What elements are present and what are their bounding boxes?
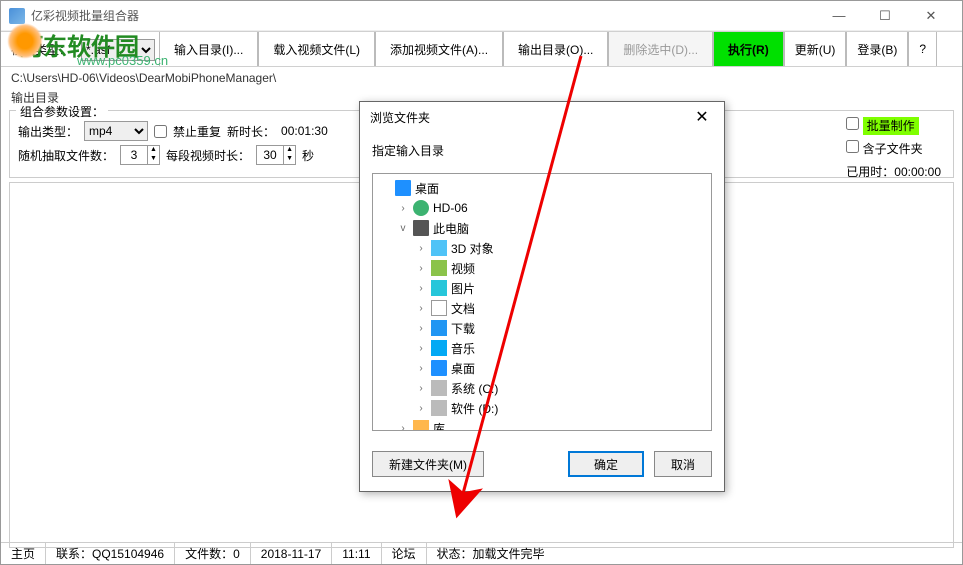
batch-make-label: 批量制作 bbox=[863, 117, 919, 135]
watermark-url: www.pc0359.cn bbox=[77, 53, 168, 68]
subfolders-checkbox[interactable] bbox=[846, 140, 859, 153]
status-time: 11:11 bbox=[332, 543, 381, 564]
seconds-label: 秒 bbox=[302, 147, 314, 164]
tree-item[interactable]: ›视频 bbox=[375, 258, 709, 278]
status-forum[interactable]: 论坛 bbox=[382, 543, 427, 564]
music-icon bbox=[431, 340, 447, 356]
execute-button[interactable]: 执行(R) bbox=[713, 32, 784, 66]
current-path: C:\Users\HD-06\Videos\DearMobiPhoneManag… bbox=[1, 67, 962, 87]
minimize-button[interactable]: — bbox=[816, 2, 862, 30]
tree-item[interactable]: v此电脑 bbox=[375, 218, 709, 238]
tree-item-label: 系统 (C:) bbox=[451, 380, 498, 397]
tree-item[interactable]: ›文档 bbox=[375, 298, 709, 318]
output-type-select[interactable]: mp4 bbox=[84, 121, 148, 141]
login-button[interactable]: 登录(B) bbox=[846, 32, 908, 66]
delete-selected-button[interactable]: 删除选中(D)... bbox=[608, 32, 713, 66]
tree-item-label: 视频 bbox=[451, 260, 475, 277]
doc-icon bbox=[431, 300, 447, 316]
tree-item[interactable]: ›3D 对象 bbox=[375, 238, 709, 258]
new-duration-label: 新时长： bbox=[227, 123, 275, 140]
tree-item-label: 桌面 bbox=[415, 180, 439, 197]
tree-item-label: 下载 bbox=[451, 320, 475, 337]
tree-item-label: 图片 bbox=[451, 280, 475, 297]
dialog-prompt: 指定输入目录 bbox=[372, 142, 712, 159]
input-dir-button[interactable]: 输入目录(I)... bbox=[159, 32, 258, 66]
tree-item-label: HD-06 bbox=[433, 201, 468, 215]
pic-icon bbox=[431, 280, 447, 296]
tree-item[interactable]: ›库 bbox=[375, 418, 709, 431]
tree-item[interactable]: 桌面 bbox=[375, 178, 709, 198]
random-count-spinner[interactable]: 3 ▲▼ bbox=[120, 145, 160, 165]
drive-icon bbox=[431, 380, 447, 396]
3d-icon bbox=[431, 240, 447, 256]
output-dir-button[interactable]: 输出目录(O)... bbox=[503, 32, 608, 66]
titlebar: 亿彩视频批量组合器 — ☐ ✕ bbox=[1, 1, 962, 31]
tree-item-label: 此电脑 bbox=[433, 220, 469, 237]
tree-item[interactable]: ›系统 (C:) bbox=[375, 378, 709, 398]
browse-folder-dialog: 浏览文件夹 ✕ 指定输入目录 桌面›HD-06v此电脑›3D 对象›视频›图片›… bbox=[359, 101, 725, 492]
no-repeat-label: 禁止重复 bbox=[173, 123, 221, 140]
tree-item-label: 软件 (D:) bbox=[451, 400, 498, 417]
elapsed-label: 已用时： bbox=[846, 165, 894, 179]
drive-icon bbox=[431, 400, 447, 416]
tree-item[interactable]: ›下载 bbox=[375, 318, 709, 338]
update-button[interactable]: 更新(U) bbox=[784, 32, 847, 66]
pc-icon bbox=[413, 220, 429, 236]
tree-item[interactable]: ›HD-06 bbox=[375, 198, 709, 218]
help-button[interactable]: ? bbox=[908, 32, 937, 66]
app-icon bbox=[9, 8, 25, 24]
status-file-count: 文件数：0 bbox=[175, 543, 251, 564]
tree-item[interactable]: ›桌面 bbox=[375, 358, 709, 378]
statusbar: 主页 联系：QQ15104946 文件数：0 2018-11-17 11:11 … bbox=[1, 542, 962, 564]
no-repeat-checkbox[interactable] bbox=[154, 125, 167, 138]
load-video-button[interactable]: 载入视频文件(L) bbox=[258, 32, 375, 66]
status-date: 2018-11-17 bbox=[251, 543, 333, 564]
desktop-icon bbox=[431, 360, 447, 376]
subfolders-label: 含子文件夹 bbox=[863, 142, 923, 156]
tree-item[interactable]: ›图片 bbox=[375, 278, 709, 298]
ok-button[interactable]: 确定 bbox=[568, 451, 644, 477]
status-state: 状态：加载文件完毕 bbox=[427, 543, 962, 564]
tree-item-label: 库 bbox=[433, 420, 445, 432]
watermark-logo bbox=[7, 23, 43, 59]
tree-item-label: 音乐 bbox=[451, 340, 475, 357]
params-title: 组合参数设置： bbox=[16, 103, 108, 120]
window-title: 亿彩视频批量组合器 bbox=[31, 7, 816, 24]
tree-item[interactable]: ›软件 (D:) bbox=[375, 398, 709, 418]
batch-make-checkbox[interactable] bbox=[846, 117, 859, 130]
new-folder-button[interactable]: 新建文件夹(M) bbox=[372, 451, 484, 477]
add-video-button[interactable]: 添加视频文件(A)... bbox=[375, 32, 503, 66]
close-button[interactable]: ✕ bbox=[908, 2, 954, 30]
folder-tree[interactable]: 桌面›HD-06v此电脑›3D 对象›视频›图片›文档›下载›音乐›桌面›系统 … bbox=[372, 173, 712, 431]
elapsed-value: 00:00:00 bbox=[894, 165, 941, 179]
tree-item[interactable]: ›音乐 bbox=[375, 338, 709, 358]
output-type-label: 输出类型： bbox=[18, 123, 78, 140]
random-count-label: 随机抽取文件数： bbox=[18, 147, 114, 164]
lib-icon bbox=[413, 420, 429, 431]
dialog-close-button[interactable]: ✕ bbox=[690, 105, 714, 129]
tree-item-label: 3D 对象 bbox=[451, 240, 494, 257]
tree-item-label: 文档 bbox=[451, 300, 475, 317]
user-icon bbox=[413, 200, 429, 216]
dl-icon bbox=[431, 320, 447, 336]
dialog-title: 浏览文件夹 bbox=[370, 109, 690, 126]
status-home[interactable]: 主页 bbox=[1, 543, 46, 564]
tree-item-label: 桌面 bbox=[451, 360, 475, 377]
segment-duration-spinner[interactable]: 30 ▲▼ bbox=[256, 145, 296, 165]
segment-duration-label: 每段视频时长： bbox=[166, 147, 250, 164]
video-icon bbox=[431, 260, 447, 276]
desktop-icon bbox=[395, 180, 411, 196]
maximize-button[interactable]: ☐ bbox=[862, 2, 908, 30]
new-duration-value: 00:01:30 bbox=[281, 124, 328, 138]
status-contact: 联系：QQ15104946 bbox=[46, 543, 175, 564]
cancel-button[interactable]: 取消 bbox=[654, 451, 712, 477]
